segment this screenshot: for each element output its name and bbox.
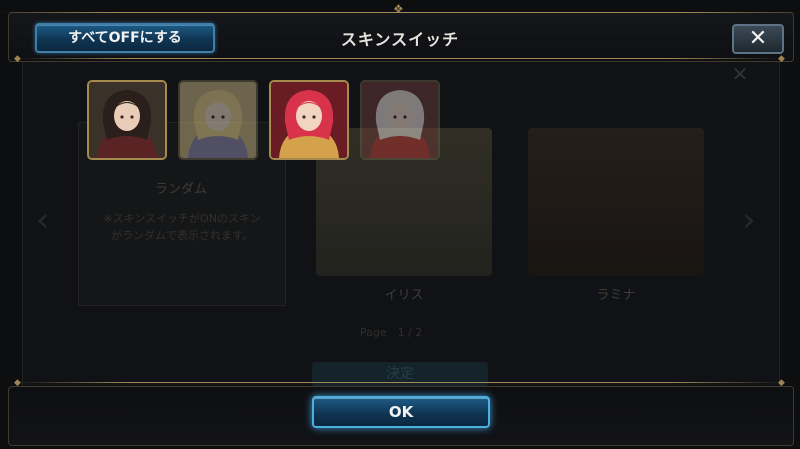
header-ornament-icon: ❖: [393, 2, 404, 16]
all-off-button[interactable]: すべてOFFにする: [35, 23, 215, 53]
skin-thumbnail-3[interactable]: [269, 80, 349, 160]
character-portrait-blonde: [180, 82, 256, 158]
divider-right-ornament-icon: ◆: [778, 54, 785, 64]
close-icon: ✕: [748, 26, 768, 51]
skin-thumbnail-4[interactable]: [360, 80, 440, 160]
character-portrait-white-hair: [362, 82, 438, 158]
ok-button[interactable]: OK: [312, 396, 490, 428]
footer-top-divider: [16, 382, 784, 383]
footer-left-ornament-icon: ◆: [14, 378, 21, 388]
skin-thumbnail-2[interactable]: [178, 80, 258, 160]
character-portrait-red-hair: [271, 82, 347, 158]
dialog-title: スキンスイッチ: [340, 30, 460, 49]
header-bottom-divider: [16, 58, 784, 59]
skin-thumbnail-1[interactable]: [87, 80, 167, 160]
close-button[interactable]: ✕: [732, 24, 784, 54]
character-portrait-dark-hair: [89, 82, 165, 158]
footer-right-ornament-icon: ◆: [778, 378, 785, 388]
divider-left-ornament-icon: ◆: [14, 54, 21, 64]
